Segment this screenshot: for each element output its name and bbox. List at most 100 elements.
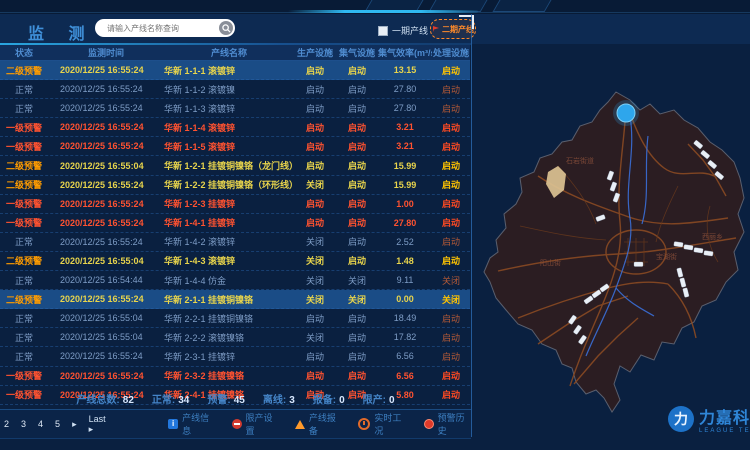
production-facility-status: 关闭 (294, 178, 336, 191)
treatment-facility-status: 启动 (432, 83, 470, 96)
summary-stat: 报备:0 (313, 391, 345, 406)
search-icon (222, 24, 231, 33)
table-row[interactable]: 一级预警 2020/12/25 16:55:24 华新 2-3-2 挂镀镍铬 启… (0, 367, 470, 386)
production-facility-status: 关闭 (294, 331, 336, 344)
gas-efficiency-value: 3.21 (378, 141, 432, 151)
legend-label: 产线信息 (182, 411, 215, 437)
line-name: 华新 1-2-1 挂镀铜镍铬（龙门线） (164, 159, 294, 172)
production-facility-status: 启动 (294, 197, 336, 210)
line-name: 华新 1-2-3 挂镀锌 (164, 197, 294, 210)
table-row[interactable]: 二级预警 2020/12/25 16:55:24 华新 2-1-1 挂镀铜镍铬 … (0, 290, 470, 309)
table-row[interactable]: 二级预警 2020/12/25 16:55:24 华新 1-2-2 挂镀铜镍铬（… (0, 176, 470, 195)
search-input[interactable] (105, 23, 219, 34)
table-row[interactable]: 二级预警 2020/12/25 16:55:04 华新 1-2-1 挂镀铜镍铬（… (0, 156, 470, 175)
gas-collection-status: 启动 (336, 64, 378, 77)
column-header: 集气设施 (336, 46, 378, 59)
monitor-time: 2020/12/25 16:55:24 (48, 218, 164, 228)
map-marker[interactable] (613, 100, 639, 126)
map-area-label: 西丽乡 (702, 232, 723, 242)
treatment-facility-status: 启动 (432, 159, 470, 172)
column-header: 生产设施 (294, 46, 336, 59)
legend-item-realtime[interactable]: 实时工况 (358, 411, 407, 437)
flag-icon (432, 25, 440, 33)
monitor-time: 2020/12/25 16:55:24 (48, 371, 164, 381)
top-accent-line (288, 10, 478, 13)
status-badge: 二级预警 (0, 159, 48, 172)
table-header-row: 状态监测时间产线名称生产设施集气设施集气效率(m³/s)处理设施 (0, 45, 470, 61)
table-row[interactable]: 二级预警 2020/12/25 16:55:24 华新 1-1-1 滚镀锌 启动… (0, 61, 470, 80)
line-name: 华新 1-1-2 滚镀镍 (164, 83, 294, 96)
page-number[interactable]: 4 (38, 419, 43, 429)
monitor-time: 2020/12/25 16:55:04 (48, 161, 164, 171)
gas-collection-status: 启动 (336, 197, 378, 210)
monitor-time: 2020/12/25 16:55:24 (48, 351, 164, 361)
production-facility-status: 启动 (294, 312, 336, 325)
logo-subtitle: LEAGUE TECH (699, 428, 750, 434)
table-row[interactable]: 正常 2020/12/25 16:55:04 华新 2-2-1 挂镀铜镍铬 启动… (0, 309, 470, 328)
production-facility-status: 关闭 (294, 254, 336, 267)
legend-item-restrict[interactable]: 限产设置 (232, 411, 279, 437)
table-row[interactable]: 一级预警 2020/12/25 16:55:24 华新 1-4-1 挂镀锌 启动… (0, 214, 470, 233)
legend-item-report[interactable]: 产线报备 (295, 411, 342, 437)
gas-collection-status: 关闭 (336, 274, 378, 287)
line-name: 华新 2-3-2 挂镀镍铬 (164, 369, 294, 382)
table-row[interactable]: 正常 2020/12/25 16:54:44 华新 1-4-4 仿金 关闭 关闭… (0, 271, 470, 290)
column-header: 状态 (0, 46, 48, 59)
status-badge: 正常 (0, 312, 48, 325)
production-facility-status: 启动 (294, 83, 336, 96)
table-row[interactable]: 正常 2020/12/25 16:55:04 华新 2-2-2 滚镀镍铬 关闭 … (0, 328, 470, 347)
legend-item-info[interactable]: 产线信息 (168, 411, 215, 437)
gas-collection-status: 启动 (336, 235, 378, 248)
summary-stat: 限产:0 (363, 391, 395, 406)
gas-efficiency-value: 0.00 (378, 294, 432, 304)
gas-efficiency-value: 17.82 (378, 332, 432, 342)
table-row[interactable]: 一级预警 2020/12/25 16:55:24 华新 1-1-5 滚镀锌 启动… (0, 137, 470, 156)
monitor-time: 2020/12/25 16:55:24 (48, 199, 164, 209)
column-header: 产线名称 (164, 46, 294, 59)
monitor-time: 2020/12/25 16:55:04 (48, 332, 164, 342)
table-row[interactable]: 正常 2020/12/25 16:55:24 华新 1-4-2 滚镀锌 关闭 启… (0, 233, 470, 252)
info-icon (168, 419, 178, 429)
status-badge: 正常 (0, 235, 48, 248)
table-row[interactable]: 正常 2020/12/25 16:55:24 华新 1-1-3 滚镀锌 启动 启… (0, 99, 470, 118)
table-row[interactable]: 一级预警 2020/12/25 16:55:24 华新 1-2-3 挂镀锌 启动… (0, 195, 470, 214)
monitor-time: 2020/12/25 16:55:04 (48, 256, 164, 266)
legend-label: 产线报备 (309, 411, 342, 437)
monitor-time: 2020/12/25 16:55:24 (48, 141, 164, 151)
legend-bar: 产线信息限产设置 产线报备实时工况预警历史 (168, 411, 471, 437)
next-page-button[interactable]: ▸ (72, 419, 77, 430)
gas-collection-status: 启动 (336, 178, 378, 191)
treatment-facility-status: 启动 (432, 331, 470, 344)
production-facility-status: 启动 (294, 64, 336, 77)
line-name: 华新 1-4-4 仿金 (164, 274, 294, 287)
table-row[interactable]: 二级预警 2020/12/25 16:55:04 华新 1-4-3 滚镀锌 关闭… (0, 252, 470, 271)
monitor-time: 2020/12/25 16:55:24 (48, 103, 164, 113)
checkbox-icon (378, 26, 388, 36)
status-badge: 二级预警 (0, 293, 48, 306)
treatment-facility-status: 启动 (432, 197, 470, 210)
page-number[interactable]: 2 (4, 419, 9, 429)
search-box (95, 19, 235, 37)
line-name: 华新 2-2-2 滚镀镍铬 (164, 331, 294, 344)
realtime-icon (358, 418, 370, 430)
monitor-time: 2020/12/25 16:54:44 (48, 275, 164, 285)
production-facility-status: 启动 (294, 350, 336, 363)
table-row[interactable]: 正常 2020/12/25 16:55:24 华新 1-1-2 滚镀镍 启动 启… (0, 80, 470, 99)
status-badge: 正常 (0, 350, 48, 363)
gas-efficiency-value: 3.21 (378, 122, 432, 132)
last-page-button[interactable]: Last ▸ (89, 414, 109, 435)
treatment-facility-status: 启动 (432, 350, 470, 363)
line-name: 华新 1-4-1 挂镀锌 (164, 216, 294, 229)
page-number[interactable]: 3 (21, 419, 26, 429)
production-facility-status: 启动 (294, 216, 336, 229)
treatment-facility-status: 启动 (432, 235, 470, 248)
status-badge: 二级预警 (0, 64, 48, 77)
table-row[interactable]: 正常 2020/12/25 16:55:24 华新 2-3-1 挂镀锌 启动 启… (0, 347, 470, 366)
page-number[interactable]: 5 (55, 419, 60, 429)
phase1-checkbox[interactable]: 一期产线 (378, 24, 428, 37)
production-facility-status: 启动 (294, 121, 336, 134)
legend-item-history[interactable]: 预警历史 (424, 411, 471, 437)
table-row[interactable]: 一级预警 2020/12/25 16:55:24 华新 1-1-4 滚镀锌 启动… (0, 118, 470, 137)
search-button[interactable] (219, 21, 233, 35)
gas-efficiency-value: 2.52 (378, 237, 432, 247)
